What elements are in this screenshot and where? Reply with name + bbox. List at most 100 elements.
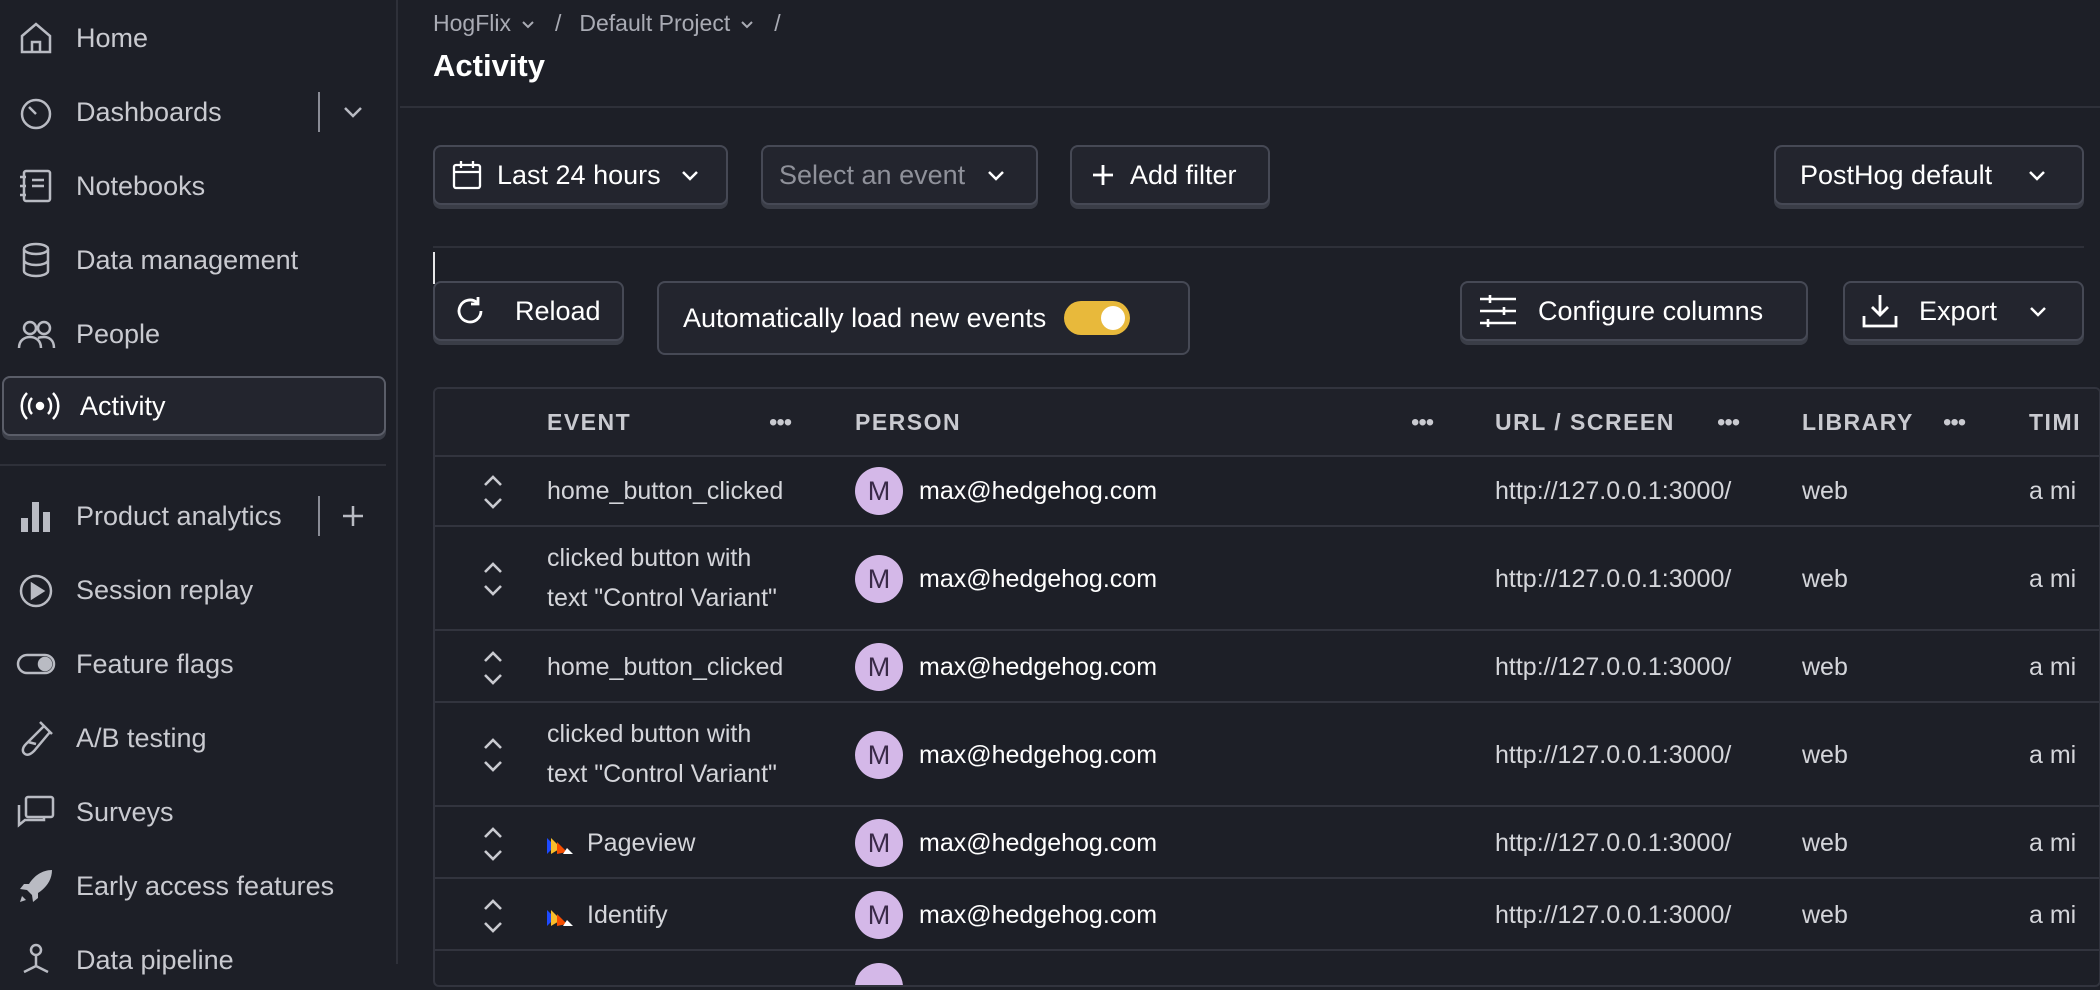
more-icon[interactable]: •••	[1411, 409, 1434, 437]
expand-icon[interactable]	[481, 649, 505, 687]
home-icon	[14, 16, 58, 60]
event-select[interactable]: Select an event	[761, 145, 1038, 205]
chevron-down-icon[interactable]	[340, 99, 366, 125]
column-header-time[interactable]: TIMI	[2029, 409, 2081, 436]
expand-icon[interactable]	[481, 897, 505, 935]
reload-label: Reload	[515, 295, 601, 326]
posthog-logo-icon	[547, 910, 573, 927]
sidebar-divider	[0, 464, 386, 466]
avatar: M	[855, 643, 903, 691]
sidebar-item-label: Data management	[76, 244, 299, 275]
template-select[interactable]: PostHog default	[1774, 145, 2084, 205]
sidebar-item-session-replay[interactable]: Session replay	[0, 560, 386, 620]
url-cell: http://127.0.0.1:3000/	[1495, 829, 1732, 857]
export-button[interactable]: Export	[1843, 281, 2084, 341]
url-cell: http://127.0.0.1:3000/	[1495, 565, 1732, 593]
date-range-button[interactable]: Last 24 hours	[433, 145, 728, 205]
main-content: HogFlix / Default Project / Activity Las…	[400, 0, 2100, 987]
event-name: Pageview	[547, 823, 695, 863]
more-icon[interactable]: •••	[1943, 409, 1966, 437]
add-filter-button[interactable]: Add filter	[1070, 145, 1270, 205]
sidebar-item-label: Activity	[80, 390, 166, 421]
chevron-down-icon	[681, 171, 698, 181]
expand-icon[interactable]	[481, 473, 505, 511]
sidebar-item-activity[interactable]: Activity	[2, 376, 386, 436]
plus-icon	[1093, 165, 1113, 185]
sidebar-item-label: Feature flags	[76, 648, 234, 679]
sidebar-item-label: Surveys	[76, 796, 174, 827]
person-email[interactable]: max@hedgehog.com	[919, 559, 1157, 599]
column-header-event[interactable]: EVENT	[547, 409, 631, 436]
database-icon	[14, 238, 58, 282]
header-divider	[400, 106, 2100, 108]
table-row[interactable]: Pageview M max@hedgehog.com http://127.0…	[435, 807, 2099, 879]
table-row[interactable]	[435, 951, 2099, 985]
sidebar-item-ab-testing[interactable]: A/B testing	[0, 708, 386, 768]
time-cell: a mi	[2029, 901, 2077, 929]
calendar-icon	[452, 161, 482, 190]
table-row[interactable]: clicked button with text "Control Varian…	[435, 703, 2099, 807]
column-header-person[interactable]: PERSON	[855, 409, 961, 436]
survey-icon	[14, 790, 58, 834]
expand-icon[interactable]	[481, 736, 505, 774]
table-row[interactable]: clicked button with text "Control Varian…	[435, 527, 2099, 631]
breadcrumb-org[interactable]: HogFlix	[433, 10, 511, 37]
column-header-url[interactable]: URL / SCREEN	[1495, 409, 1675, 436]
more-icon[interactable]: •••	[769, 409, 792, 437]
table-row[interactable]: home_button_clicked M max@hedgehog.com h…	[435, 455, 2099, 527]
plus-icon[interactable]	[340, 503, 366, 529]
person-email[interactable]: max@hedgehog.com	[919, 647, 1157, 687]
person-email[interactable]: max@hedgehog.com	[919, 895, 1157, 935]
sidebar-item-label: Dashboards	[76, 96, 222, 127]
library-cell: web	[1802, 477, 1848, 505]
chevron-down-icon[interactable]	[738, 15, 756, 33]
events-table: EVENT ••• PERSON ••• URL / SCREEN ••• LI…	[433, 387, 2100, 987]
person-email[interactable]: max@hedgehog.com	[919, 471, 1157, 511]
person-email[interactable]: max@hedgehog.com	[919, 823, 1157, 863]
template-label: PostHog default	[1800, 159, 1993, 190]
library-cell: web	[1802, 829, 1848, 857]
event-name-line-1: clicked button with	[547, 720, 752, 748]
page-title: Activity	[433, 48, 545, 83]
library-cell: web	[1802, 653, 1848, 681]
sidebar-item-label: People	[76, 318, 161, 349]
filters-divider	[433, 246, 2084, 248]
event-select-placeholder: Select an event	[779, 159, 966, 190]
event-name-line-1: clicked button with	[547, 544, 752, 572]
library-cell: web	[1802, 741, 1848, 769]
auto-load-toggle[interactable]	[1064, 301, 1131, 335]
avatar: M	[855, 731, 903, 779]
sidebar-item-people[interactable]: People	[0, 304, 386, 364]
sidebar-item-feature-flags[interactable]: Feature flags	[0, 634, 386, 694]
column-header-library[interactable]: LIBRARY	[1802, 409, 1914, 436]
divider	[318, 496, 320, 536]
more-icon[interactable]: •••	[1717, 409, 1740, 437]
sidebar-item-home[interactable]: Home	[0, 8, 386, 68]
url-cell: http://127.0.0.1:3000/	[1495, 653, 1732, 681]
pipeline-icon	[14, 938, 58, 982]
reload-button[interactable]: Reload	[433, 281, 624, 341]
table-row[interactable]: home_button_clicked M max@hedgehog.com h…	[435, 631, 2099, 703]
expand-icon[interactable]	[481, 825, 505, 863]
notebook-icon	[14, 164, 58, 208]
sidebar-item-early-access[interactable]: Early access features	[0, 856, 386, 916]
expand-icon[interactable]	[481, 560, 505, 598]
reload-icon	[457, 297, 483, 324]
sidebar-item-data-management[interactable]: Data management	[0, 230, 386, 290]
table-row[interactable]: Identify M max@hedgehog.com http://127.0…	[435, 879, 2099, 951]
replay-icon	[14, 568, 58, 612]
chevron-down-icon[interactable]	[519, 15, 537, 33]
person-email[interactable]: max@hedgehog.com	[919, 735, 1157, 775]
export-label: Export	[1919, 295, 1998, 326]
breadcrumb-project[interactable]: Default Project	[579, 10, 730, 37]
sidebar-item-label: Session replay	[76, 574, 254, 605]
url-cell: http://127.0.0.1:3000/	[1495, 477, 1732, 505]
library-cell: web	[1802, 565, 1848, 593]
toggle-icon	[14, 642, 58, 686]
sidebar-item-data-pipeline[interactable]: Data pipeline	[0, 930, 386, 990]
configure-columns-button[interactable]: Configure columns	[1460, 281, 1808, 341]
url-cell: http://127.0.0.1:3000/	[1495, 901, 1732, 929]
sidebar-item-surveys[interactable]: Surveys	[0, 782, 386, 842]
avatar: M	[855, 467, 903, 515]
sidebar-item-notebooks[interactable]: Notebooks	[0, 156, 386, 216]
